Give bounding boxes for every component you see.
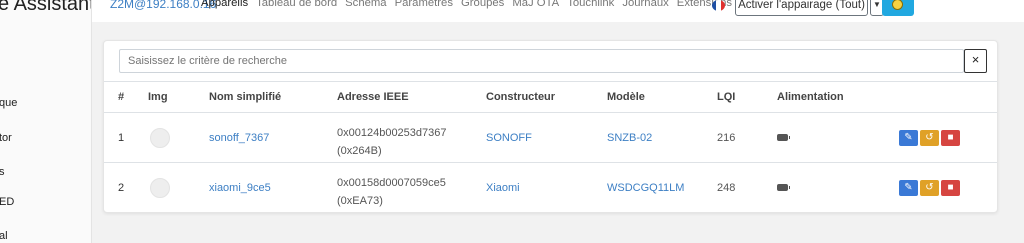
column-header[interactable]: Img (148, 91, 168, 103)
edit-icon[interactable]: ✎ (899, 180, 918, 196)
search-input[interactable] (119, 49, 964, 73)
vendor-link[interactable]: Xiaomi (486, 182, 520, 194)
ieee-address: 0x00158d0007059ce5 (0xEA73) (337, 174, 446, 210)
ieee-short: (0xEA73) (337, 195, 383, 207)
nav-link-parametres[interactable]: Paramètres (395, 0, 453, 9)
model-link[interactable]: WSDCGQ11LM (607, 182, 684, 194)
vendor-link[interactable]: SONOFF (486, 132, 532, 144)
column-header[interactable]: Constructeur (486, 91, 555, 103)
trash-icon[interactable]: ■ (941, 180, 960, 196)
model-link[interactable]: SNZB-02 (607, 132, 652, 144)
column-header[interactable]: Alimentation (777, 91, 844, 103)
ha-sidebar-item[interactable]: s (0, 166, 5, 178)
clear-search-button[interactable]: × (964, 49, 987, 73)
nav-link-schema[interactable]: Schéma (345, 0, 386, 9)
column-header[interactable]: # (118, 91, 124, 103)
column-header[interactable]: LQI (717, 91, 735, 103)
column-header[interactable]: Nom simplifié (209, 91, 281, 103)
ieee-full: 0x00124b00253d7367 (337, 127, 447, 139)
device-image (150, 178, 170, 198)
table-row: 2 xiaomi_9ce5 0x00158d0007059ce5 (0xEA73)… (104, 163, 997, 213)
devices-card: × # Img Nom simplifié Adresse IEEE Const… (103, 40, 998, 213)
nav-link-appareils[interactable]: Appareils (201, 0, 248, 9)
trash-icon[interactable]: ■ (941, 130, 960, 146)
table-row: 1 sonoff_7367 0x00124b00253d7367 (0x264B)… (104, 113, 997, 163)
table-body: 1 sonoff_7367 0x00124b00253d7367 (0x264B)… (104, 113, 997, 214)
nav-link-touchlink[interactable]: Touchlink (567, 0, 614, 9)
ha-sidebar: e Assistant que tor s ED al (0, 0, 92, 243)
ha-sidebar-title: e Assistant (0, 0, 92, 15)
ieee-full: 0x00158d0007059ce5 (337, 177, 446, 189)
ha-sidebar-item[interactable]: que (0, 97, 17, 109)
nav-link-groupes[interactable]: Groupes (461, 0, 504, 9)
french-flag-icon[interactable] (712, 0, 725, 11)
row-actions: ✎ ↺ ■ (899, 130, 960, 146)
row-actions: ✎ ↺ ■ (899, 180, 960, 196)
device-name-link[interactable]: xiaomi_9ce5 (209, 182, 271, 194)
nav-link-tableau-de-bord[interactable]: Tableau de bord (256, 0, 337, 9)
ieee-address: 0x00124b00253d7367 (0x264B) (337, 124, 447, 160)
edit-icon[interactable]: ✎ (899, 130, 918, 146)
ha-sidebar-item[interactable]: al (0, 230, 8, 242)
permit-join-button[interactable]: Activer l'appairage (Tout) (735, 0, 868, 16)
battery-icon (777, 184, 790, 191)
nav-links: Appareils Tableau de bord Schéma Paramèt… (201, 0, 740, 9)
column-header[interactable]: Modèle (607, 91, 645, 103)
column-header[interactable]: Adresse IEEE (337, 91, 409, 103)
nav-link-maj-ota[interactable]: MàJ OTA (512, 0, 559, 9)
smile-icon (892, 0, 903, 10)
lqi-value: 216 (717, 132, 736, 144)
row-number: 1 (118, 132, 125, 144)
device-image (150, 128, 170, 148)
rename-icon[interactable]: ↺ (920, 130, 939, 146)
lqi-value: 248 (717, 182, 736, 194)
row-number: 2 (118, 182, 125, 194)
top-navbar: Z2M@192.168.0.16 Appareils Tableau de bo… (92, 0, 1024, 22)
rename-icon[interactable]: ↺ (920, 180, 939, 196)
permit-join-toggle-button[interactable] (882, 0, 914, 16)
ha-sidebar-item[interactable]: ED (0, 196, 14, 208)
nav-link-journaux[interactable]: Journaux (622, 0, 668, 9)
device-name-link[interactable]: sonoff_7367 (209, 132, 269, 144)
ha-sidebar-item[interactable]: tor (0, 132, 12, 144)
ieee-short: (0x264B) (337, 145, 382, 157)
battery-icon (777, 134, 790, 141)
table-header: # Img Nom simplifié Adresse IEEE Constru… (104, 81, 997, 113)
